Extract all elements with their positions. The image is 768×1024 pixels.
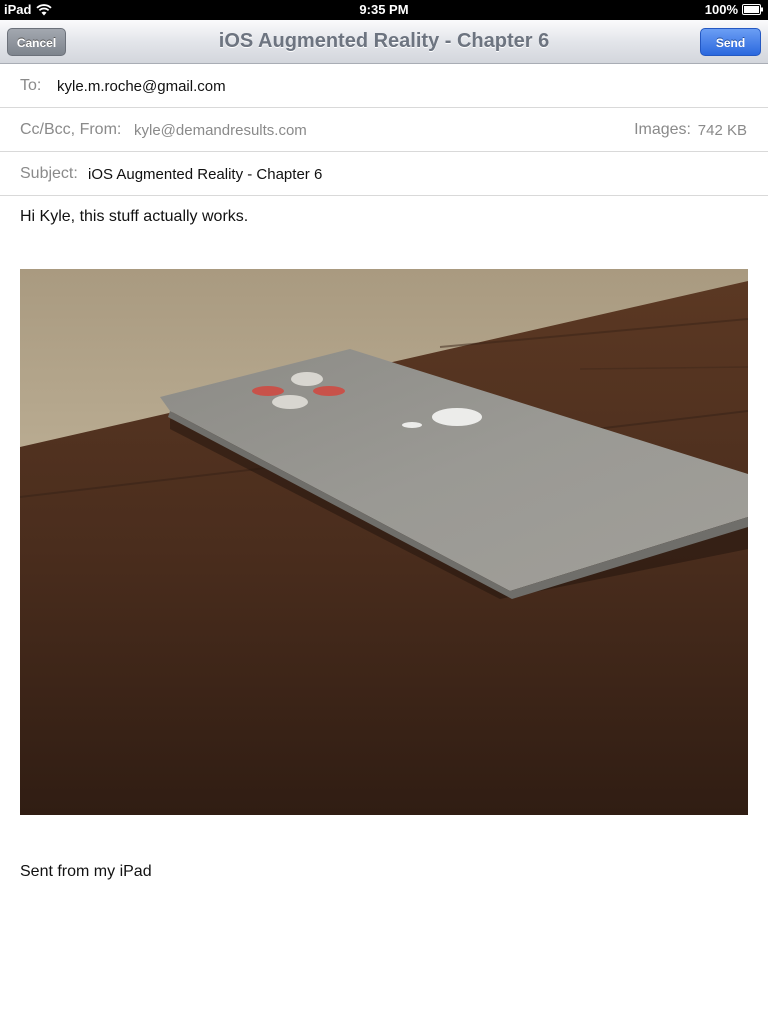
- subject-label: Subject:: [20, 165, 78, 182]
- images-size[interactable]: 742 KB: [698, 122, 747, 139]
- status-time: 9:35 PM: [359, 2, 409, 17]
- ccbcc-label: Cc/Bcc, From:: [20, 121, 122, 138]
- nav-bar: Cancel iOS Augmented Reality - Chapter 6…: [0, 20, 768, 64]
- send-button[interactable]: Send: [700, 28, 761, 56]
- battery-icon: [742, 4, 764, 15]
- to-field[interactable]: To: kyle.m.roche@gmail.com: [0, 64, 768, 108]
- attached-photo[interactable]: [20, 269, 748, 815]
- images-label: Images:: [634, 121, 691, 138]
- to-recipient[interactable]: kyle.m.roche@gmail.com: [57, 78, 226, 95]
- status-right: 100%: [705, 2, 764, 17]
- signature[interactable]: Sent from my iPad: [20, 863, 152, 881]
- from-address[interactable]: kyle@demandresults.com: [134, 122, 307, 139]
- subject-value[interactable]: iOS Augmented Reality - Chapter 6: [88, 166, 322, 183]
- nav-title: iOS Augmented Reality - Chapter 6: [218, 30, 550, 52]
- message-body[interactable]: Hi Kyle, this stuff actually works.: [20, 208, 248, 226]
- status-bar: iPad 9:35 PM 100%: [0, 0, 768, 20]
- to-label: To:: [20, 77, 42, 94]
- ccbcc-from-field[interactable]: Cc/Bcc, From: kyle@demandresults.com Ima…: [0, 108, 768, 152]
- subject-field[interactable]: Subject: iOS Augmented Reality - Chapter…: [0, 152, 768, 196]
- battery-percent: 100%: [704, 2, 738, 17]
